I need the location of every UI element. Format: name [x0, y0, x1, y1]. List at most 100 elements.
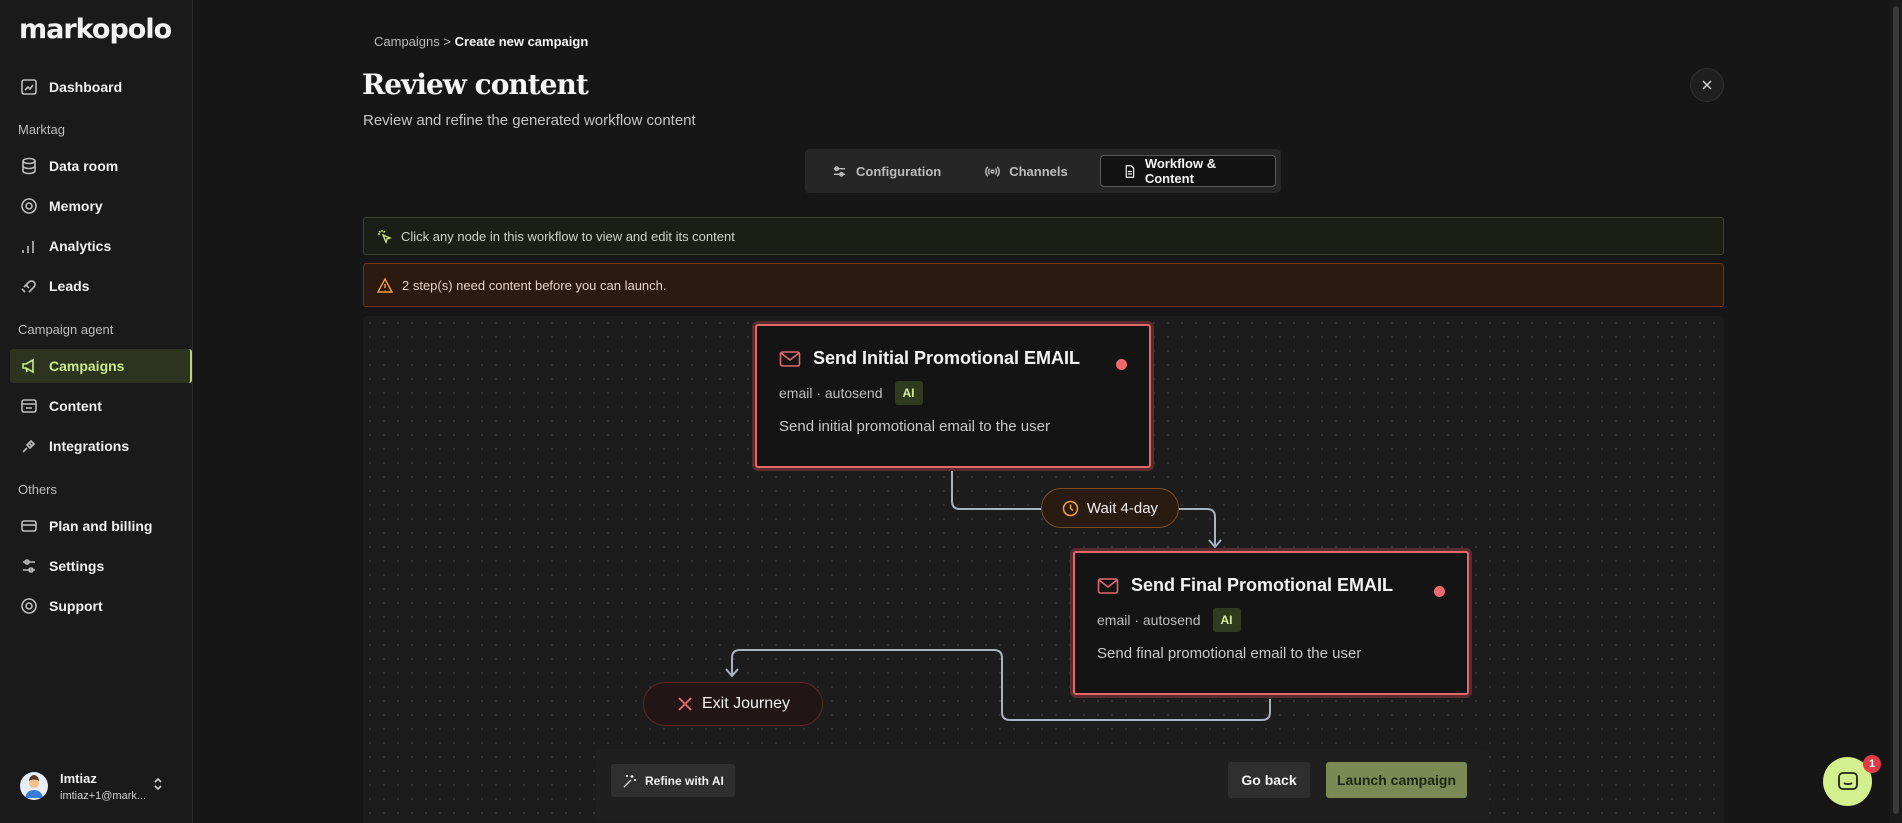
tab-label: Configuration: [856, 163, 942, 179]
scroll-thumb[interactable]: [1893, 6, 1899, 814]
sidebar-item-dashboard[interactable]: Dashboard: [10, 70, 192, 104]
chat-icon: [1837, 771, 1858, 790]
exit-label: Exit Journey: [701, 695, 791, 712]
node-title: Send Initial Promotional EMAIL: [779, 348, 1127, 369]
sidebar-item-data-room[interactable]: Data room: [10, 149, 192, 183]
memory-icon: [18, 196, 40, 216]
tab-workflow-content[interactable]: Workflow & Content: [1099, 155, 1276, 187]
clock-icon: [1062, 500, 1079, 516]
refine-label: Refine with AI: [645, 773, 724, 788]
sidebar-item-support[interactable]: Support: [10, 589, 192, 623]
step-tabs: Configuration Channels Workflow & Conten…: [805, 149, 1281, 193]
node-title: Send Final Promotional EMAIL: [1097, 575, 1445, 596]
sidebar-item-settings[interactable]: Settings: [10, 549, 192, 583]
database-icon: [18, 156, 40, 176]
node-title-text: Send Initial Promotional EMAIL: [813, 348, 1081, 368]
megaphone-icon: [18, 356, 40, 376]
action-bar: Refine with AI Go back Launch campaign: [596, 749, 1489, 822]
node-meta: email · autosend AI: [779, 381, 1127, 405]
sidebar-item-label: Support: [49, 598, 103, 614]
sidebar-item-label: Settings: [49, 558, 105, 574]
mail-icon: [1097, 577, 1119, 594]
page-subtitle: Review and refine the generated workflow…: [363, 112, 696, 129]
mail-icon: [779, 350, 801, 367]
node-meta: email · autosend AI: [1097, 608, 1445, 632]
breadcrumb: Campaigns > Create new campaign: [374, 34, 588, 49]
credit-card-icon: [18, 516, 40, 536]
sidebar-item-memory[interactable]: Memory: [10, 189, 192, 223]
scrollbar[interactable]: [1890, 0, 1902, 823]
content-icon: [18, 396, 40, 416]
wait-step-pill[interactable]: Wait 4-day: [1041, 488, 1179, 528]
breadcrumb-current: Create new campaign: [454, 34, 589, 49]
workflow-node-final-email[interactable]: Send Final Promotional EMAIL email · aut…: [1073, 551, 1469, 695]
breadcrumb-campaigns[interactable]: Campaigns: [374, 34, 440, 49]
tab-label: Channels: [1009, 163, 1068, 179]
user-menu[interactable]: Imtiaz imtiaz+1@mark...: [20, 766, 170, 806]
node-description: Send final promotional email to the user: [1097, 645, 1362, 662]
notification-badge: 1: [1863, 755, 1881, 773]
sidebar-item-integrations[interactable]: Integrations: [10, 429, 192, 463]
sidebar-item-label: Dashboard: [49, 79, 123, 95]
node-meta-text: email · autosend: [779, 385, 883, 401]
tab-configuration[interactable]: Configuration: [810, 155, 963, 187]
app-logo[interactable]: markopolo: [19, 14, 172, 45]
sidebar-item-content[interactable]: Content: [10, 389, 192, 423]
sidebar-item-label: Content: [49, 398, 102, 414]
status-dot: [1116, 359, 1127, 370]
node-title-text: Send Final Promotional EMAIL: [1131, 575, 1394, 595]
info-banner-text: Click any node in this workflow to view …: [401, 228, 735, 244]
workflow-node-initial-email[interactable]: Send Initial Promotional EMAIL email · a…: [755, 324, 1151, 468]
refine-with-ai-button[interactable]: Refine with AI: [611, 764, 735, 797]
node-meta-text: email · autosend: [1097, 612, 1201, 628]
wait-label: Wait 4-day: [1086, 499, 1159, 517]
x-icon: [678, 697, 692, 711]
warning-banner: 2 step(s) need content before you can la…: [363, 263, 1724, 307]
section-label-campaign-agent: Campaign agent: [18, 322, 114, 337]
warning-icon: [377, 277, 393, 293]
breadcrumb-separator: >: [443, 34, 451, 49]
ai-badge: AI: [894, 381, 923, 405]
workflow-canvas[interactable]: Send Initial Promotional EMAIL email · a…: [363, 316, 1724, 823]
sidebar-item-label: Analytics: [49, 238, 112, 254]
exit-journey-node[interactable]: Exit Journey: [643, 682, 823, 726]
user-name: Imtiaz: [60, 770, 97, 786]
edge-node1-wait: [951, 468, 1041, 510]
sidebar-item-plan-billing[interactable]: Plan and billing: [10, 509, 192, 543]
sidebar-item-label: Data room: [49, 158, 119, 174]
settings-sliders-icon: [18, 556, 40, 576]
dashboard-icon: [18, 77, 40, 97]
broadcast-icon: [985, 165, 1000, 177]
tab-label: Workflow & Content: [1144, 156, 1217, 186]
launch-campaign-button[interactable]: Launch campaign: [1326, 762, 1467, 798]
section-label-marktag: Marktag: [18, 122, 65, 137]
sidebar-item-campaigns[interactable]: Campaigns: [10, 349, 192, 383]
analytics-icon: [18, 236, 40, 256]
sidebar-item-label: Campaigns: [49, 358, 125, 374]
section-label-others: Others: [18, 482, 58, 497]
tab-channels[interactable]: Channels: [963, 155, 1090, 187]
sidebar-item-analytics[interactable]: Analytics: [10, 229, 192, 263]
sidebar-item-label: Leads: [49, 278, 90, 294]
go-back-button[interactable]: Go back: [1228, 762, 1310, 798]
sidebar: markopolo Dashboard Marktag Data room Me…: [0, 0, 193, 823]
chevron-up-down-icon: [152, 776, 164, 797]
status-dot: [1434, 586, 1445, 597]
user-email: imtiaz+1@mark...: [60, 789, 147, 802]
sidebar-item-leads[interactable]: Leads: [10, 269, 192, 303]
plug-icon: [18, 436, 40, 456]
page-title: Review content: [362, 68, 589, 101]
sidebar-item-label: Integrations: [49, 438, 130, 454]
close-button[interactable]: [1690, 68, 1724, 102]
close-icon: [1702, 80, 1712, 90]
warning-banner-text: 2 step(s) need content before you can la…: [402, 277, 667, 293]
ai-badge: AI: [1212, 608, 1241, 632]
pointer-click-icon: [377, 229, 392, 244]
sidebar-item-label: Plan and billing: [49, 518, 153, 534]
sparkles-icon: [623, 774, 636, 787]
document-icon: [1125, 164, 1134, 178]
node-description: Send initial promotional email to the us…: [779, 418, 1050, 435]
sidebar-item-label: Memory: [49, 198, 103, 214]
sliders-icon: [833, 165, 846, 177]
avatar: [20, 772, 48, 800]
